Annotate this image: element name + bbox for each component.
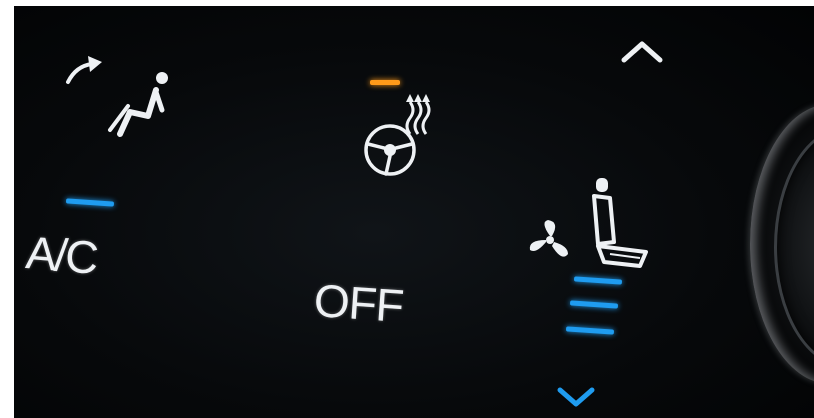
ac-button[interactable]: A/C: [23, 186, 136, 296]
fan-level-bar: [573, 276, 623, 285]
climate-control-panel: A/C OFF: [14, 6, 814, 418]
fan-level-bar: [569, 300, 619, 309]
fan-level-indicator: [565, 274, 646, 354]
off-button[interactable]: OFF: [304, 270, 424, 340]
fan-speed-down-button[interactable]: [550, 378, 610, 418]
fan-seat-indicator: [529, 176, 650, 276]
chevron-up-icon: [621, 41, 663, 63]
ac-label: A/C: [23, 226, 99, 284]
fan-speed-up-button[interactable]: [614, 32, 674, 72]
seated-person-airflow-icon: [108, 72, 168, 137]
heated-steering-indicator: [370, 80, 400, 85]
seat-icon: [592, 178, 648, 268]
off-label: OFF: [312, 273, 405, 333]
ac-indicator: [65, 198, 115, 207]
heated-steering-button[interactable]: [344, 68, 454, 198]
chevron-down-icon: [557, 387, 595, 407]
heated-steering-wheel-icon: [364, 94, 431, 176]
airflow-mode-button[interactable]: [62, 52, 182, 152]
fan-icon: [529, 220, 568, 257]
fan-level-bar: [565, 326, 615, 335]
